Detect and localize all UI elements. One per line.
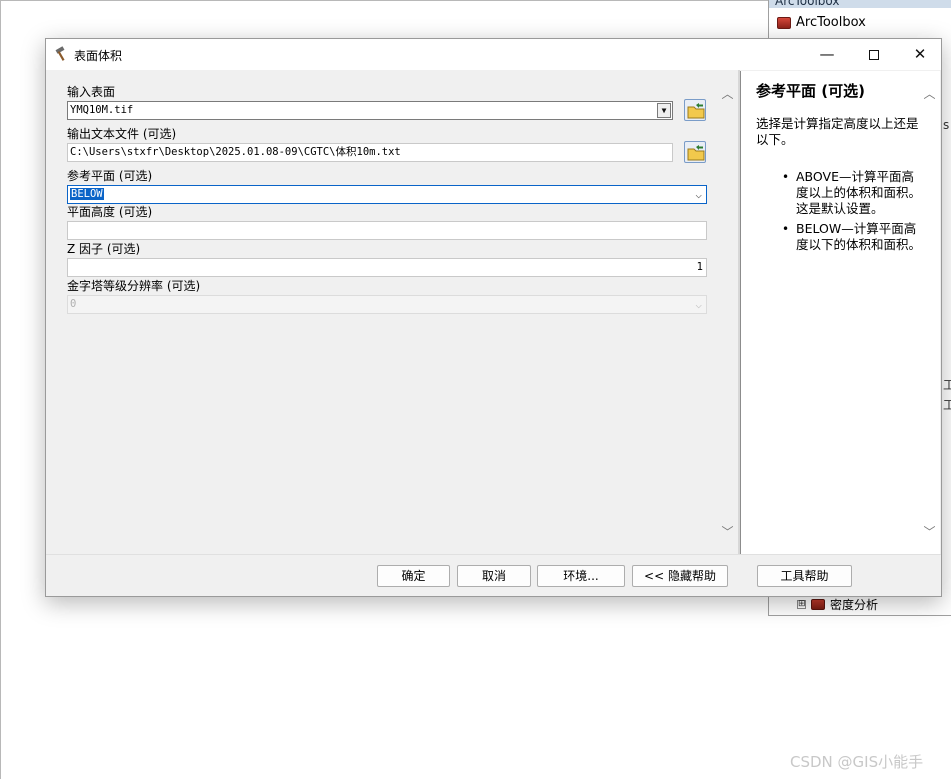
dropdown-arrow-icon[interactable]: ▼ (657, 103, 671, 118)
reference-plane-value: BELOW (70, 188, 104, 200)
browse-output-button[interactable] (684, 141, 706, 163)
density-analysis-label: 密度分析 (830, 598, 879, 612)
hide-help-button[interactable]: << 隐藏帮助 (632, 565, 728, 587)
toolbox-fragment-text: 工 (943, 398, 951, 412)
arctoolbox-root-label: ArcToolbox (796, 15, 866, 30)
toolset-icon (811, 599, 825, 610)
chevron-down-icon[interactable]: ⌵ (695, 186, 702, 203)
scroll-up-icon[interactable]: ︿ (720, 85, 735, 102)
parameters-scrollbar[interactable]: ︿ ﹀ (717, 71, 738, 554)
help-pane: 参考平面 (可选) 选择是计算指定高度以上还是以下。 • ABOVE—计算平面高… (740, 71, 940, 554)
help-title: 参考平面 (可选) (756, 82, 865, 100)
plane-height-input[interactable] (67, 221, 707, 240)
tool-help-button[interactable]: 工具帮助 (757, 565, 852, 587)
scroll-down-icon[interactable]: ﹀ (922, 523, 937, 540)
ok-button[interactable]: 确定 (377, 565, 450, 587)
maximize-icon (869, 49, 879, 60)
watermark-text: CSDN @GIS小能手 (790, 753, 924, 771)
background-frame-top (0, 0, 770, 1)
z-factor-label: Z 因子 (可选) (67, 242, 141, 256)
close-button[interactable]: ✕ (897, 39, 943, 70)
help-scrollbar[interactable]: ︿ ﹀ (919, 71, 940, 554)
output-text-file-label: 输出文本文件 (可选) (67, 127, 177, 141)
browse-input-button[interactable] (684, 99, 706, 121)
hammer-icon (55, 46, 65, 61)
reference-plane-label: 参考平面 (可选) (67, 169, 153, 183)
help-description: 选择是计算指定高度以上还是以下。 (756, 116, 919, 147)
arctoolbox-root-item[interactable]: ArcToolbox (777, 15, 866, 30)
output-text-file-input[interactable]: C:\Users\stxfr\Desktop\2025.01.08-09\CGT… (67, 143, 673, 162)
title-bar[interactable]: 表面体积 — ✕ (46, 39, 941, 70)
minimize-button[interactable]: — (804, 39, 850, 70)
environments-button[interactable]: 环境... (537, 565, 625, 587)
input-surface-label: 输入表面 (67, 85, 116, 99)
toolbox-item-density-analysis[interactable]: ⊞ 密度分析 (797, 596, 878, 613)
background-frame-left (0, 0, 1, 779)
bullet-icon: • (782, 222, 790, 236)
reference-plane-select[interactable]: BELOW ⌵ (67, 185, 707, 204)
arctoolbox-title: ArcToolbox (769, 0, 951, 8)
pyramid-resolution-value: 0 (70, 298, 77, 310)
toolbox-fragment-text: 工 (943, 378, 951, 392)
folder-icon (687, 103, 705, 119)
dialog-title: 表面体积 (74, 49, 123, 63)
help-option-text: BELOW—计算平面高度以下的体积和面积。 (796, 221, 922, 252)
help-option-list: • ABOVE—计算平面高度以上的体积和面积。这是默认设置。 • BELOW—计… (756, 169, 926, 257)
button-bar: 确定 取消 环境... << 隐藏帮助 工具帮助 (46, 554, 941, 596)
toolbox-icon (777, 16, 791, 29)
scroll-down-icon[interactable]: ﹀ (720, 523, 735, 540)
pyramid-resolution-label: 金字塔等级分辨率 (可选) (67, 279, 201, 293)
z-factor-input[interactable]: 1 (67, 258, 707, 277)
scroll-up-icon[interactable]: ︿ (922, 85, 937, 102)
help-option-item: • ABOVE—计算平面高度以上的体积和面积。这是默认设置。 (756, 169, 926, 217)
maximize-button[interactable] (851, 39, 897, 70)
cancel-button[interactable]: 取消 (457, 565, 531, 587)
help-option-text: ABOVE—计算平面高度以上的体积和面积。这是默认设置。 (796, 169, 922, 216)
surface-volume-dialog: 表面体积 — ✕ 输入表面 YMQ10M.tif ▼ 输出文本文件 (可选) C… (45, 38, 942, 597)
bullet-icon: • (782, 170, 790, 184)
expand-icon[interactable]: ⊞ (797, 600, 806, 609)
input-surface-value: YMQ10M.tif (70, 104, 134, 116)
chevron-down-icon: ⌵ (695, 298, 702, 311)
folder-icon (687, 145, 705, 161)
input-surface-combo[interactable]: YMQ10M.tif ▼ (67, 101, 673, 120)
plane-height-label: 平面高度 (可选) (67, 205, 153, 219)
toolbox-fragment-text: s (943, 118, 950, 132)
parameters-pane: 输入表面 YMQ10M.tif ▼ 输出文本文件 (可选) C:\Users\s… (47, 71, 738, 554)
help-option-item: • BELOW—计算平面高度以下的体积和面积。 (756, 221, 926, 253)
pyramid-resolution-select: 0 ⌵ (67, 295, 707, 314)
